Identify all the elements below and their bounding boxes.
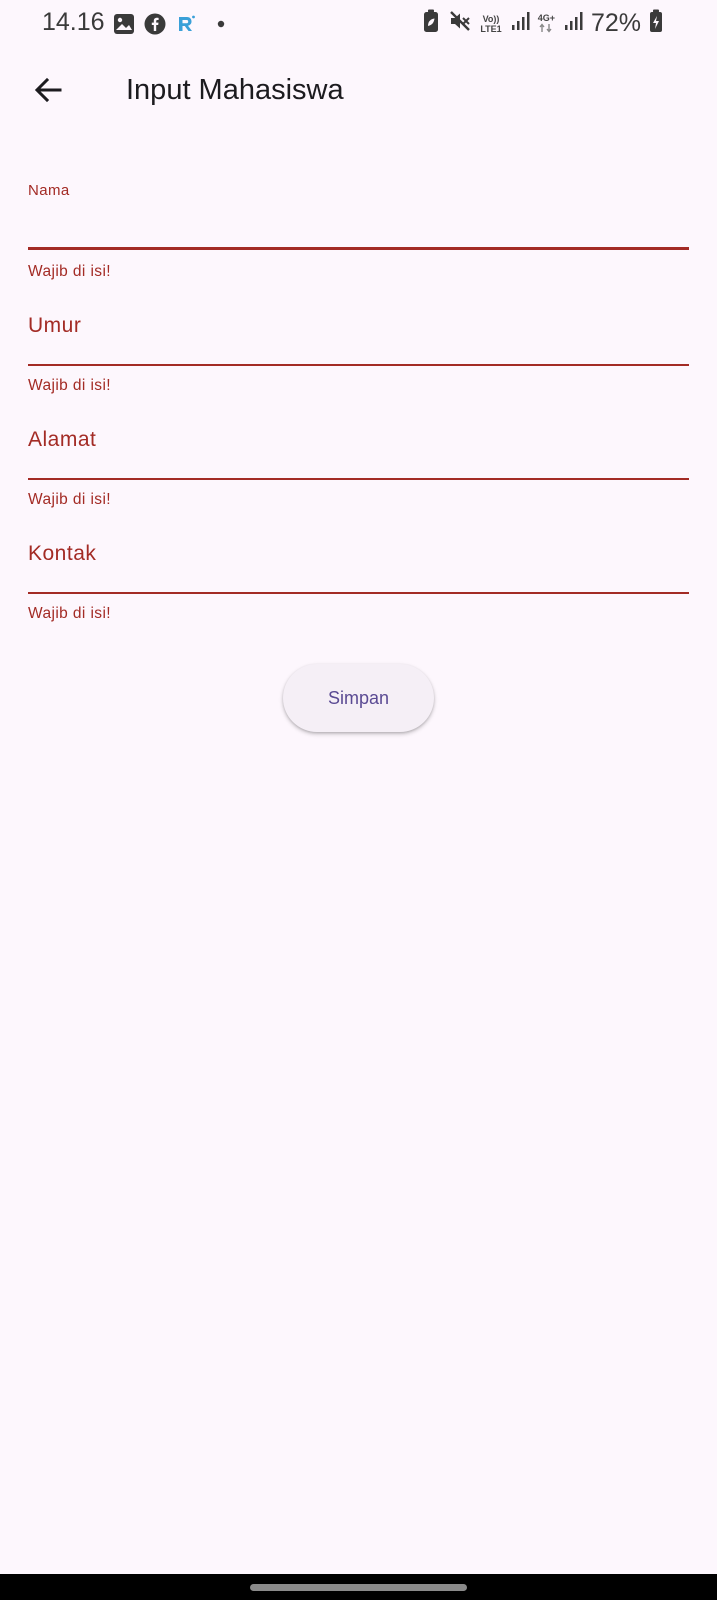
nama-input[interactable] [28,206,689,240]
mute-icon [448,9,472,38]
nama-field[interactable]: Nama [28,170,689,250]
volte-label: Vo)) [482,13,500,24]
battery-percent: 72% [590,9,641,37]
simpan-button[interactable]: Simpan [283,664,434,732]
gallery-icon [113,13,135,40]
umur-input[interactable] [28,308,689,348]
data-arrows-icon [538,22,554,35]
alamat-underline [28,478,689,480]
status-time: 14.16 [42,8,105,36]
system-icons: Vo)) LTE1 4G+ 72% [422,9,663,38]
status-bar: 14.16 Vo)) LTE1 4G+ 72% [0,0,717,48]
signal-icon-2 [563,11,583,36]
battery-charging-icon [649,9,663,38]
alamat-field[interactable]: Alamat [28,408,689,480]
home-gesture-handle[interactable] [250,1584,467,1591]
nama-error: Wajib di isi! [28,263,112,280]
network-type-indicator: 4G+ [538,13,555,35]
notification-icons [113,13,228,40]
navigation-bar [0,1574,717,1600]
more-notifications-dot-icon [206,13,228,40]
nama-underline [28,247,689,250]
battery-saver-icon [422,9,440,38]
kontak-error: Wajib di isi! [28,605,112,622]
volte-indicator: Vo)) LTE1 [480,14,501,34]
alamat-error: Wajib di isi! [28,491,112,508]
back-button[interactable] [24,70,72,114]
facebook-icon [144,13,166,40]
umur-underline [28,364,689,366]
umur-error: Wajib di isi! [28,377,112,394]
lte-label: LTE1 [480,23,502,34]
signal-icon [510,11,530,36]
app-r-icon [175,13,197,40]
alamat-input[interactable] [28,422,689,462]
app-bar: Input Mahasiswa [0,56,717,128]
kontak-underline [28,592,689,594]
arrow-back-icon [32,74,64,111]
page-title: Input Mahasiswa [126,74,344,106]
nama-label: Nama [28,182,70,199]
kontak-field[interactable]: Kontak [28,522,689,594]
umur-field[interactable]: Umur [28,294,689,366]
kontak-input[interactable] [28,536,689,576]
network-type-label: 4G+ [537,12,555,23]
